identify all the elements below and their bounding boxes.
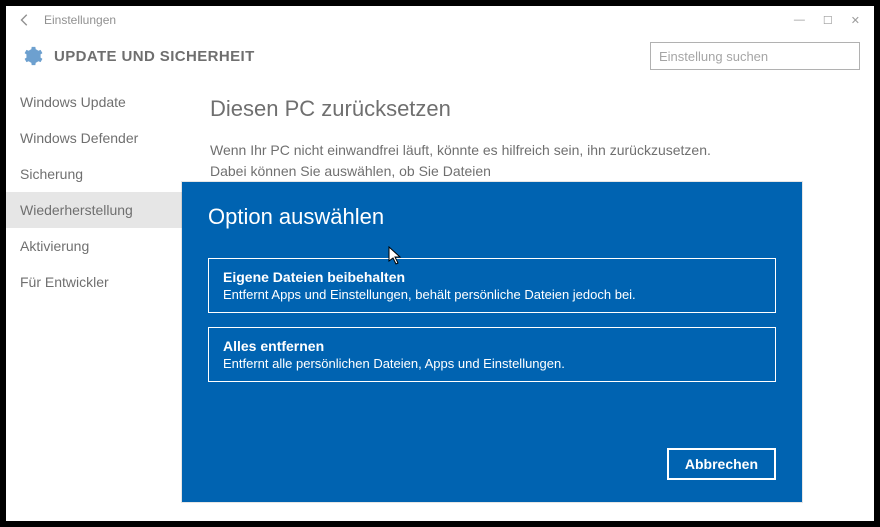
gear-icon	[20, 44, 44, 68]
sidebar-item-fuer-entwickler[interactable]: Für Entwickler	[6, 264, 186, 300]
settings-window: Einstellungen — ☐ ✕ UPDATE UND SICHERHEI…	[6, 6, 874, 521]
minimize-button[interactable]: —	[794, 14, 805, 27]
sidebar-item-sicherung[interactable]: Sicherung	[6, 156, 186, 192]
search-box	[650, 42, 860, 70]
window-controls: — ☐ ✕	[794, 14, 866, 27]
sidebar-item-wiederherstellung[interactable]: Wiederherstellung	[6, 192, 186, 228]
window-title: Einstellungen	[44, 13, 116, 27]
search-input[interactable]	[650, 42, 860, 70]
sidebar: Windows Update Windows Defender Sicherun…	[6, 84, 186, 515]
option-keep-files[interactable]: Eigene Dateien beibehalten Entfernt Apps…	[208, 258, 776, 313]
arrow-left-icon	[18, 13, 32, 27]
option-title: Eigene Dateien beibehalten	[223, 269, 761, 285]
page-title: UPDATE UND SICHERHEIT	[54, 48, 255, 65]
reset-dialog: Option auswählen Eigene Dateien beibehal…	[182, 182, 802, 502]
maximize-button[interactable]: ☐	[823, 14, 833, 27]
sidebar-item-aktivierung[interactable]: Aktivierung	[6, 228, 186, 264]
sidebar-item-windows-defender[interactable]: Windows Defender	[6, 120, 186, 156]
option-title: Alles entfernen	[223, 338, 761, 354]
option-desc: Entfernt alle persönlichen Dateien, Apps…	[223, 356, 761, 371]
back-button[interactable]	[14, 13, 36, 27]
close-button[interactable]: ✕	[851, 14, 860, 27]
option-remove-everything[interactable]: Alles entfernen Entfernt alle persönlich…	[208, 327, 776, 382]
sidebar-item-windows-update[interactable]: Windows Update	[6, 84, 186, 120]
cancel-button[interactable]: Abbrechen	[667, 448, 776, 480]
dialog-title: Option auswählen	[208, 204, 776, 230]
content-heading: Diesen PC zurücksetzen	[210, 96, 850, 122]
content-paragraph: Wenn Ihr PC nicht einwandfrei läuft, kön…	[210, 140, 730, 182]
page-header: UPDATE UND SICHERHEIT	[6, 34, 874, 84]
titlebar: Einstellungen — ☐ ✕	[6, 6, 874, 34]
option-desc: Entfernt Apps und Einstellungen, behält …	[223, 287, 761, 302]
